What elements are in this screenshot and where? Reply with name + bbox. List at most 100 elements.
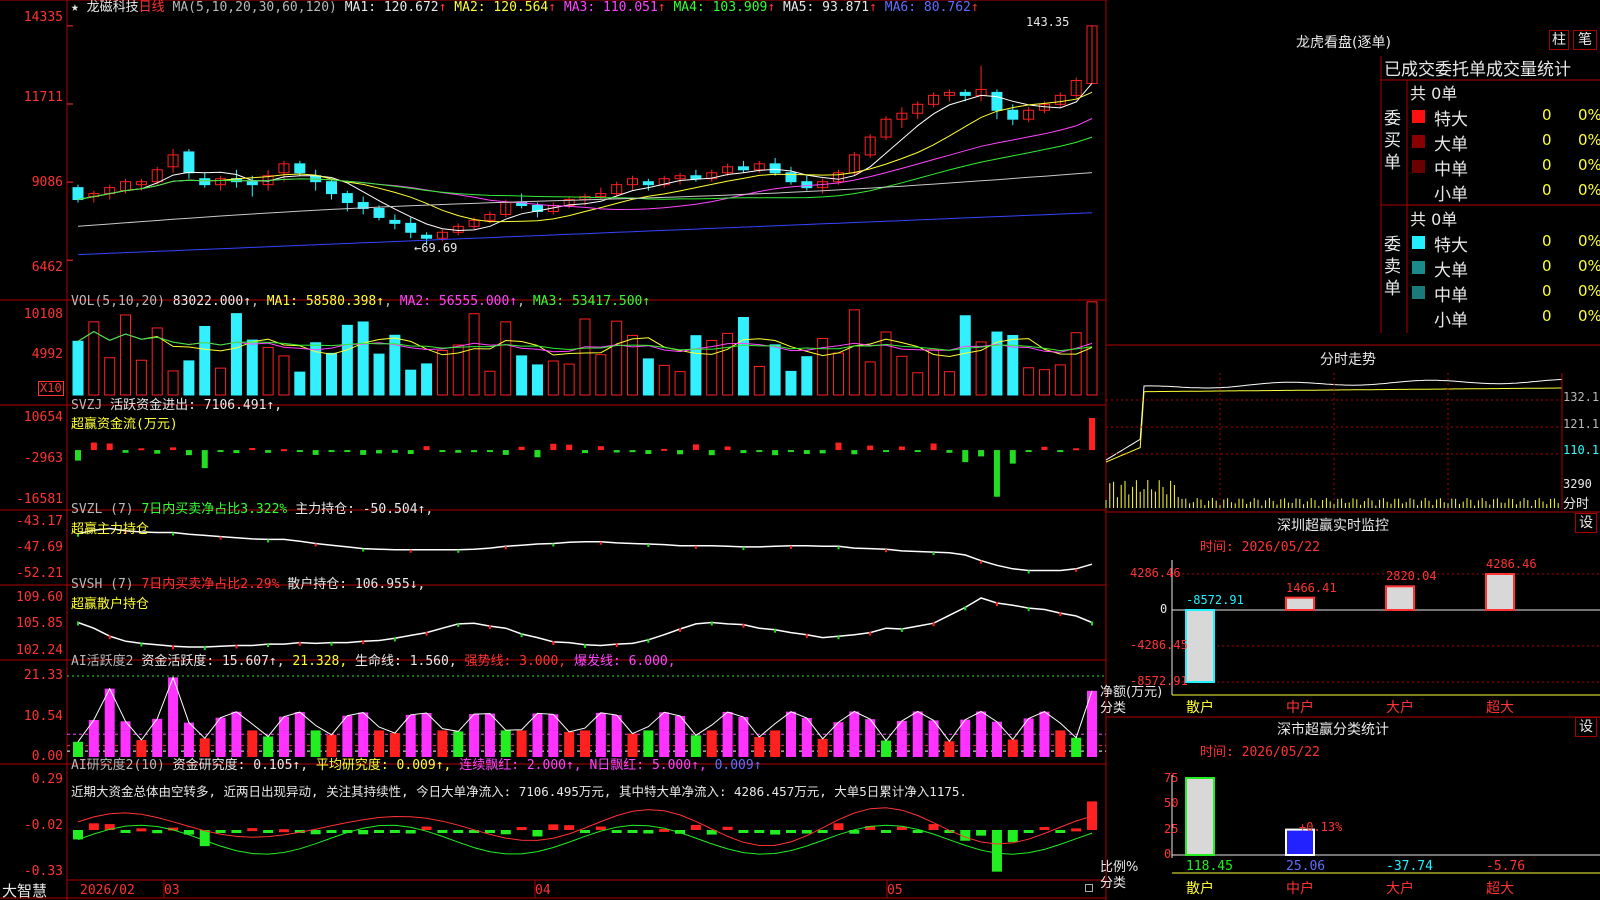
vol-unit-badge[interactable]: X10 [38,381,64,396]
ai2-y-label: -0.02 [23,818,63,833]
svzj-bar [867,445,874,451]
buy-row-pct: 0% [1578,156,1600,174]
buy-row-name: 大单 [1434,135,1468,155]
candle-body [690,175,702,180]
svzl-tick [694,545,697,549]
class-y-label: 75 [1164,771,1179,785]
ai1-bar-top [912,711,923,731]
ma-label: MA(5,10,20,30,60,120) [172,0,337,15]
sell-swatch [1412,236,1425,249]
class-stat-settings-button[interactable]: 设 [1575,717,1597,737]
svzl-tick [789,545,792,549]
sell-row-pct: 0% [1578,232,1600,250]
svzj-bar [439,450,446,453]
volume-bar [262,346,274,396]
monitor-bar-value: 4286.46 [1486,557,1537,571]
ai1-bar-top [1087,690,1097,731]
vol-y-label: 10108 [23,307,63,322]
volume-bar [658,364,670,396]
volume-bar [896,355,908,396]
period-label[interactable]: 日线 [139,0,165,15]
volume-bar [547,360,559,396]
monitor-category-label: 大户 [1386,700,1414,716]
svsh-tick [774,628,777,633]
ai2-bar [548,824,559,830]
tick-view-button[interactable]: 笔 [1573,30,1597,50]
price-y-label: 6462 [31,260,63,275]
class-y-label: 25 [1164,821,1179,836]
ai2-bar [722,826,733,830]
svzj-bar [471,450,478,453]
svzl-header: SVZL (7) 7日内买卖净占比3.322% 主力持仓: -50.504↑, [71,502,434,517]
svzl-y-label: -52.21 [16,566,63,581]
ai1-header: AI活跃度2 资金活跃度: 15.607↑, 21.328, 生命线: 1.56… [71,654,676,669]
svsh-tick [203,645,206,650]
tab-orders[interactable]: 委托单 [1435,60,1486,80]
svzj-bar [90,442,97,451]
svzj-bar [106,443,113,451]
svzj-bar [787,450,794,453]
volume-bar [912,372,924,396]
ai1-y-label: 21.33 [23,668,63,683]
monitor-bar-value: -8572.91 [1186,593,1244,607]
svsh-tick [647,638,650,643]
monitor-time: 时间: 2026/05/22 [1200,540,1320,555]
class-bar-value: 25.06 [1286,859,1326,874]
candle-body [294,163,306,174]
candle-body [183,151,195,174]
svzl-line [77,527,1093,572]
ma2-value: MA2: 120.564 [454,0,549,15]
ma3-value: MA3: 110.051 [563,0,658,15]
volume-bar [833,352,844,396]
monitor-settings-button[interactable]: 设 [1575,513,1597,533]
buy-row-value: 0 [1542,181,1552,199]
ai2-bar [580,830,590,833]
svzj-bar [217,450,224,453]
ai1-bar [770,730,781,757]
tab-filled[interactable]: 已成交 [1384,60,1435,80]
svzj-bar [1073,448,1080,451]
ai2-bar [643,830,654,834]
volume-bar [183,360,195,396]
candle-body [737,166,749,171]
svzj-bar [518,446,525,451]
ma1-value: MA1: 120.672 [344,0,439,15]
volume-bar [135,359,147,396]
ai2-comment: 近期大资金总体由空转多, 近两日出现异动, 关注其持续性, 今日大单净流入: 7… [71,784,967,799]
svzj-bar [597,446,604,451]
svsh-tick [140,642,143,647]
buy-row-name: 小单 [1434,185,1468,205]
ma5-value: MA5: 93.871 [783,0,870,15]
svzj-bar [993,450,1000,497]
svzj-bar [914,450,921,453]
ai2-bar [1087,801,1097,830]
class-stat-note: +0.13% [1299,820,1343,834]
lock-icon[interactable] [1085,884,1093,892]
bar-view-button[interactable]: 柱 [1549,30,1569,50]
ai2-bar [374,830,385,833]
svzl-tick [267,539,270,543]
svzl-tick [980,560,983,564]
class-category-label: 大户 [1386,881,1414,897]
svzj-header: SVZJ 活跃资金进出: 7106.491↑, [71,398,283,413]
svzj-bar [455,450,462,453]
ai2-bar [770,830,781,835]
ai1-bar [722,730,733,757]
candle-body [959,91,971,96]
ai2-bar [881,830,892,833]
svzj-bar [803,450,810,454]
ai2-bar [215,830,226,833]
ai2-bar [595,826,606,830]
svzj-bar [1089,418,1095,451]
ai2-bar [801,830,812,834]
ai1-bar [976,730,987,757]
tab-volume-stats[interactable]: 成交量统计 [1486,60,1571,80]
volume-bar [563,363,575,396]
ai1-bar [1023,730,1034,757]
price-header: ★ 龙磁科技日线 MA(5,10,20,30,60,120) MA1: 120.… [71,0,979,15]
volume-bar [104,357,116,396]
stock-name: 龙磁科技 [86,0,139,15]
favorite-star-icon[interactable]: ★ [71,0,79,15]
ai1-bar [865,730,876,757]
svsh-header: SVSH (7) 7日内买卖净占比2.29% 散户持仓: 106.955↓, [71,577,426,592]
